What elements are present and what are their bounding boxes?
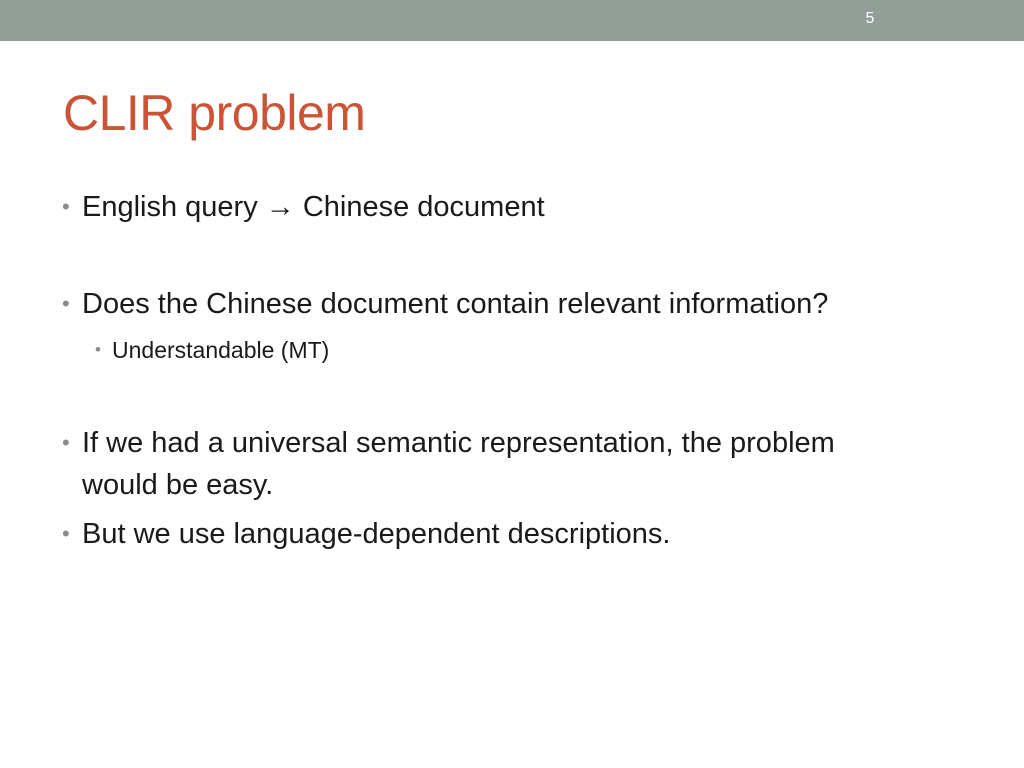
sub-bullet-item-understandable: • Understandable (MT) xyxy=(95,335,975,365)
bullet-item-language-dependent: • But we use language-dependent descript… xyxy=(62,513,982,555)
bullet-dot-icon: • xyxy=(62,291,70,316)
bullet-dot-icon: • xyxy=(62,521,70,546)
slide-number: 5 xyxy=(865,10,875,27)
bullet-text-before-arrow: English query xyxy=(82,191,266,223)
bullet-item-universal-representation: • If we had a universal semantic represe… xyxy=(62,422,862,506)
bullet-item-relevant-information: • Does the Chinese document contain rele… xyxy=(62,283,982,325)
bullet-text: If we had a universal semantic represent… xyxy=(82,427,835,501)
bullet-text: English query → Chinese document xyxy=(82,186,982,228)
bullet-dot-icon: • xyxy=(62,194,70,219)
bullet-text: Does the Chinese document contain releva… xyxy=(82,288,829,320)
bullet-text-after-arrow: Chinese document xyxy=(294,191,545,223)
bullet-text: Understandable (MT) xyxy=(112,337,330,363)
bullet-text: But we use language-dependent descriptio… xyxy=(82,518,671,550)
bullet-item-english-query: • English query → Chinese document xyxy=(62,186,982,228)
right-arrow-icon: → xyxy=(265,191,295,223)
bullet-dot-icon: • xyxy=(62,430,70,455)
slide-title: CLIR problem xyxy=(63,85,366,141)
slide: 5 CLIR problem • English query → Chinese… xyxy=(0,0,1024,768)
bullet-dot-icon: • xyxy=(95,340,101,359)
